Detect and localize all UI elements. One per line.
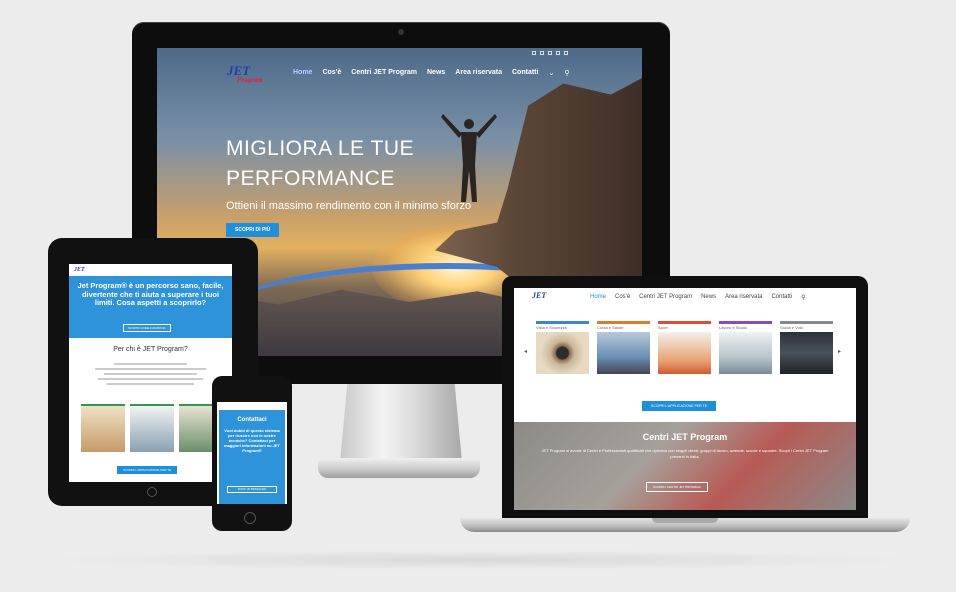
phone-text: Vuoi dubbi di questo sistema per riuscir… (223, 428, 280, 453)
centri-button[interactable]: SCOPRI I CENTRI JET PROGRAM (646, 482, 708, 492)
floor-shadow (40, 550, 920, 570)
lap-nav-news[interactable]: News (701, 294, 716, 301)
tablet-hero-button[interactable]: SCOPRI COME FUNZIONA (123, 324, 171, 332)
camera-icon (398, 29, 404, 35)
logo[interactable]: JET Program (227, 63, 263, 84)
card-sport[interactable]: Sport (658, 321, 711, 374)
lap-nav-area[interactable]: Area riservata (725, 294, 762, 301)
language-icon[interactable]: ⌄ (548, 69, 554, 77)
card-lavoro[interactable]: Lavoro e Studio (719, 321, 772, 374)
centri-text: JET Program si avvale di Centri e Profes… (541, 448, 829, 459)
nav-area-riservata[interactable]: Area riservata (455, 69, 502, 77)
prev-arrow-icon[interactable]: ◂ (524, 348, 527, 355)
tablet-text-lines (89, 360, 212, 388)
next-arrow-icon[interactable]: ▸ (838, 348, 841, 355)
tablet-hero-text: Jet Program® è un percorso sano, facile,… (77, 281, 224, 307)
laptop-logo[interactable]: JET (532, 291, 546, 300)
laptop-screen: JET Home Cos'è Centri JET Program News A… (514, 288, 856, 510)
card-vista[interactable]: Vista e Sicurezza (536, 321, 589, 374)
card-guida[interactable]: Guida e Volo (780, 321, 833, 374)
card-corsa[interactable]: Corsa e Salute (597, 321, 650, 374)
tablet-logo[interactable]: JET (74, 267, 85, 273)
card-label: Vista e Sicurezza (536, 325, 567, 330)
social-icons (532, 51, 568, 55)
tablet-section-title: Per chi è JET Program? (113, 346, 188, 353)
lap-nav-cose[interactable]: Cos'è (615, 294, 630, 301)
tablet-cta-button[interactable]: SCOPRI L'APPLICAZIONE PER TE (117, 466, 178, 474)
phone-home-icon (244, 512, 256, 524)
card-label: Corsa e Salute (597, 325, 624, 330)
hero-title: MIGLIORA LE TUE PERFORMANCE (226, 137, 414, 190)
card-label: Guida e Volo (780, 325, 803, 330)
laptop-nav: Home Cos'è Centri JET Program News Area … (590, 294, 806, 301)
centri-title: Centri JET Program (642, 432, 728, 442)
tablet-images (81, 404, 223, 452)
tablet-screen: JET Jet Program® è un percorso sano, fac… (69, 264, 232, 482)
nav-contatti[interactable]: Contatti (512, 69, 538, 77)
nav-news[interactable]: News (427, 69, 445, 77)
phone-message-button[interactable]: SCRIVI UN MESSAGGIO (227, 486, 277, 493)
laptop-cards: Vista e Sicurezza Corsa e Salute Sport L… (536, 321, 833, 374)
monitor-base (318, 458, 480, 478)
discover-button[interactable]: SCOPRI DI PIÙ (226, 223, 280, 237)
logo-subtext: Program (237, 76, 263, 84)
phone-screen: Contattaci Vuoi dubbi di questo sistema … (217, 402, 287, 504)
card-label: Lavoro e Studio (719, 325, 748, 330)
nav-centri[interactable]: Centri JET Program (351, 69, 417, 77)
search-icon[interactable]: ⚲ (564, 69, 569, 77)
monitor-stand (340, 384, 462, 462)
lap-nav-home[interactable]: Home (590, 294, 606, 301)
hero-subtitle: Ottieni il massimo rendimento con il min… (226, 200, 472, 212)
laptop-notch (652, 518, 718, 523)
nav-cose[interactable]: Cos'è (322, 69, 341, 77)
lap-nav-centri[interactable]: Centri JET Program (639, 294, 692, 301)
phone-title: Contattaci (237, 417, 267, 423)
home-button-icon (147, 487, 157, 497)
main-nav: Home Cos'è Centri JET Program News Area … (293, 69, 569, 77)
card-label: Sport (658, 325, 668, 330)
nav-home[interactable]: Home (293, 69, 312, 77)
lap-search-icon[interactable]: ⚲ (801, 294, 805, 301)
laptop-apps-button[interactable]: SCOPRI L'APPLICAZIONE PER TE (642, 401, 717, 411)
lap-nav-contatti[interactable]: Contatti (771, 294, 792, 301)
